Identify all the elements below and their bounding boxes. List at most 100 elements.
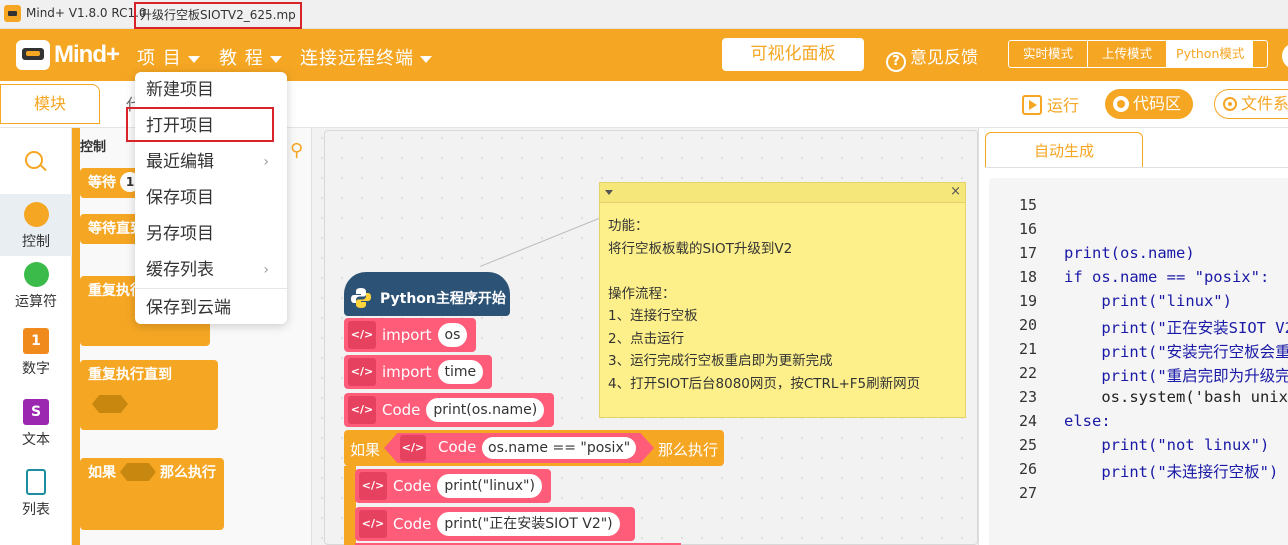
- brand-name: Mind+: [54, 41, 120, 68]
- condition-slot: [92, 395, 128, 413]
- python-icon: [351, 288, 371, 308]
- if-then-block[interactable]: 如果 </> Code os.name == "posix" 那么执行: [344, 430, 724, 466]
- line-number: 15: [1018, 196, 1037, 214]
- mode-python[interactable]: Python模式: [1167, 41, 1254, 67]
- import-time-block[interactable]: </> import time: [344, 355, 492, 389]
- visual-panel-button[interactable]: 可视化面板: [722, 38, 864, 71]
- text-icon: S: [23, 399, 49, 425]
- file-system-button[interactable]: 文件系统: [1214, 89, 1288, 119]
- palette-section-title: 控制: [80, 140, 107, 155]
- menu-item-recent[interactable]: 最近编辑 ›: [135, 144, 287, 180]
- line-number: 19: [1018, 292, 1037, 310]
- code-icon: </>: [348, 358, 376, 386]
- menu-item-save-cloud[interactable]: 保存到云端: [135, 290, 287, 326]
- code-line: print("linux"): [1064, 292, 1232, 310]
- line-number: 20: [1018, 316, 1037, 334]
- code-print-os-name-block[interactable]: </> Code print(os.name): [344, 393, 554, 427]
- mode-realtime[interactable]: 实时模式: [1009, 41, 1089, 67]
- code-icon: </>: [348, 321, 376, 349]
- tab-auto-generate[interactable]: 自动生成: [985, 132, 1143, 168]
- code-line: print("正在安装SIOT V2"): [1064, 319, 1288, 337]
- note-header[interactable]: ×: [600, 183, 965, 203]
- menu-item-save-as[interactable]: 另存项目: [135, 216, 287, 252]
- mode-switcher: 实时模式 上传模式 Python模式: [1008, 40, 1268, 68]
- category-control[interactable]: 控制: [0, 194, 72, 256]
- code-line: print(os.name): [1064, 244, 1195, 262]
- project-filename: 升级行空板SIOTV2_625.mp: [134, 2, 302, 29]
- category-sidebar: 控制 运算符 1 数字 S 文本 列表: [0, 128, 72, 545]
- play-icon: [1022, 95, 1042, 115]
- line-number: 27: [1018, 484, 1037, 502]
- menu-item-cache-list[interactable]: 缓存列表 ›: [135, 252, 287, 288]
- code-print-installing-block[interactable]: </> Code print("正在安装SIOT V2"): [355, 507, 635, 541]
- note-text[interactable]: 功能： 将行空板板载的SIOT升级到V2 操作流程： 1、连接行空板 2、点击运…: [600, 203, 965, 407]
- code-area-icon: [1113, 96, 1129, 112]
- code-icon: </>: [359, 510, 387, 538]
- code-line: else:: [1064, 412, 1111, 430]
- menu-project[interactable]: 项 目: [137, 44, 200, 70]
- palette-scrollbar[interactable]: [72, 128, 80, 545]
- block-repeat-until[interactable]: 重复执行直到: [80, 360, 218, 430]
- category-numbers[interactable]: 1 数字: [0, 328, 72, 378]
- app-title: Mind+ V1.8.0 RC1.0: [26, 6, 147, 20]
- line-number: 23: [1018, 388, 1037, 406]
- line-number: 16: [1018, 220, 1037, 238]
- condition-slot: [120, 463, 156, 481]
- code-line: print("not linux"): [1064, 436, 1270, 454]
- menu-item-save-project[interactable]: 保存项目: [135, 180, 287, 216]
- menu-item-new-project[interactable]: 新建项目: [135, 72, 287, 108]
- brand-logo: Mind+: [16, 38, 120, 72]
- menu-divider: [135, 288, 287, 289]
- category-list[interactable]: 列表: [0, 469, 72, 519]
- tab-divider: [985, 167, 1288, 168]
- close-icon[interactable]: ×: [950, 184, 961, 199]
- robot-logo-icon: [16, 40, 50, 70]
- control-color-icon: [23, 202, 49, 227]
- line-number: 25: [1018, 436, 1037, 454]
- code-line: print("重启完即为升级完成"): [1101, 367, 1288, 385]
- menu-tutorial[interactable]: 教 程: [219, 44, 282, 70]
- code-icon: </>: [400, 435, 426, 461]
- run-button[interactable]: 运行: [1022, 92, 1079, 116]
- comment-note[interactable]: × 功能： 将行空板板载的SIOT升级到V2 操作流程： 1、连接行空板 2、点…: [599, 182, 966, 418]
- code-print-linux-block[interactable]: </> Code print("linux"): [355, 469, 551, 503]
- user-avatar[interactable]: [1282, 43, 1288, 69]
- list-clipboard-icon: [26, 469, 46, 495]
- app-logo-icon: [4, 5, 21, 22]
- search-icon[interactable]: [25, 151, 43, 169]
- collapse-icon[interactable]: [605, 190, 613, 195]
- if-condition-block[interactable]: </> Code os.name == "posix": [384, 433, 654, 463]
- code-line: print("未连接行空板"): [1064, 463, 1279, 481]
- code-editor[interactable]: 15 16 17 18 19 20 21 22 23 24 25 26 27 p…: [989, 178, 1288, 545]
- feedback-button[interactable]: ? 意见反馈: [886, 43, 978, 72]
- line-number: 18: [1018, 268, 1037, 286]
- code-line: os.system('bash unix_install.sh'): [1101, 388, 1288, 406]
- mode-upload[interactable]: 上传模式: [1088, 41, 1168, 67]
- open-project-highlight: [126, 107, 274, 142]
- question-icon: ?: [886, 52, 906, 72]
- line-number: 22: [1018, 364, 1037, 382]
- chevron-right-icon: ›: [263, 154, 269, 170]
- number-icon: 1: [23, 328, 49, 354]
- code-area-button[interactable]: 代码区: [1105, 89, 1193, 119]
- menu-remote-terminal[interactable]: 连接远程终端: [300, 44, 432, 70]
- chevron-down-icon: [420, 55, 432, 63]
- line-number: 17: [1018, 244, 1037, 262]
- code-line: print("安装完行空板会重启"): [1101, 343, 1288, 361]
- line-number: 21: [1018, 340, 1037, 358]
- line-number: 24: [1018, 412, 1037, 430]
- code-panel: 自动生成 15 16 17 18 19 20 21 22 23 24 25 26…: [979, 128, 1288, 545]
- code-icon: </>: [359, 472, 387, 500]
- import-os-block[interactable]: </> import os: [344, 318, 476, 352]
- code-icon: </>: [348, 396, 376, 424]
- chevron-down-icon: [187, 55, 200, 63]
- title-bar: Mind+ V1.8.0 RC1.0 升级行空板SIOTV2_625.mp: [0, 0, 1288, 29]
- category-text[interactable]: S 文本: [0, 399, 72, 449]
- tab-blocks[interactable]: 模块: [0, 84, 100, 124]
- python-main-hat-block[interactable]: Python主程序开始: [344, 272, 510, 316]
- block-if-then[interactable]: 如果 那么执行: [80, 458, 224, 530]
- chevron-down-icon: [269, 55, 282, 63]
- operators-color-icon: [23, 262, 49, 287]
- pin-icon[interactable]: ⚲: [290, 140, 303, 161]
- category-operators[interactable]: 运算符: [0, 262, 72, 311]
